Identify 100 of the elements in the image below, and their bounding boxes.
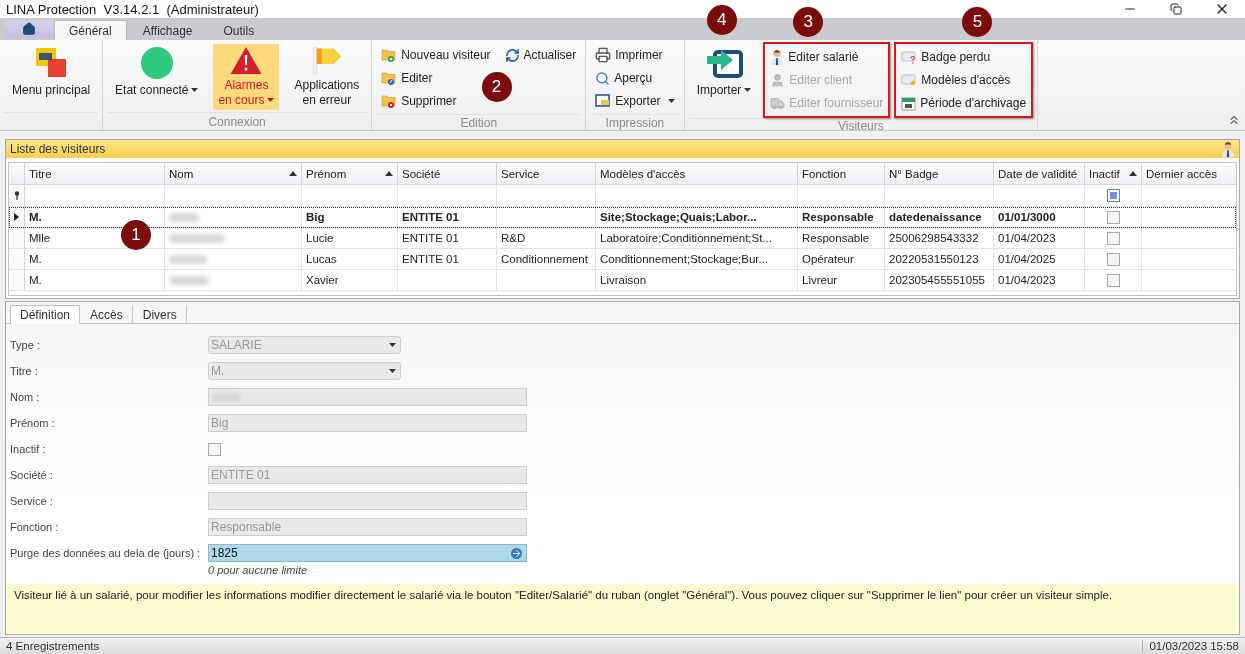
blurred-text <box>169 254 207 264</box>
folder-icon <box>381 94 398 108</box>
table-cell: Livraison <box>596 270 798 291</box>
ribbon-tab[interactable]: Outils <box>208 20 270 40</box>
sort-arrow-icon[interactable] <box>1129 171 1137 176</box>
field-label: Inactif : <box>10 442 47 457</box>
refresh-icon <box>504 47 520 63</box>
card-question-icon <box>901 50 918 64</box>
record-count: 4 Enregistrements <box>5 640 101 652</box>
tab[interactable]: Divers <box>132 305 187 324</box>
ribbon-button[interactable]: Editer <box>379 67 435 89</box>
column-header[interactable]: Fonction <box>798 163 885 185</box>
checkbox[interactable] <box>1106 210 1120 224</box>
checkbox[interactable] <box>1106 231 1120 245</box>
table-cell: Conditionnement;Stockage;Bur... <box>596 249 798 270</box>
field-label: Nom : <box>10 390 41 405</box>
table-cell: 01/04/2025 <box>994 249 1085 270</box>
filter-cell[interactable] <box>25 185 165 207</box>
filter-cell[interactable] <box>798 185 885 207</box>
table-cell: Site;Stockage;Quais;Labor... <box>596 207 798 228</box>
field-label: Prénom : <box>10 416 56 431</box>
status-dot-icon <box>139 46 174 80</box>
table-cell: ENTITE 01 <box>398 249 497 270</box>
number-field[interactable]: 1825 <box>208 544 527 562</box>
collapse-icon[interactable] <box>1227 113 1241 127</box>
caret-icon <box>389 342 396 348</box>
ribbon-button[interactable]: Période d'archivage <box>899 92 1029 114</box>
truck-icon <box>770 95 786 111</box>
table-cell: M. <box>25 270 165 291</box>
filter-cell[interactable] <box>596 185 798 207</box>
ribbon-tab[interactable]: Affichage <box>127 20 208 40</box>
column-header[interactable]: Dernier accès <box>1142 163 1236 185</box>
ribbon-button[interactable]: Alarmes en cours <box>213 44 280 110</box>
table-cell: Xavier <box>302 270 398 291</box>
ribbon-button[interactable]: Supprimer <box>379 90 459 112</box>
pin-icon <box>13 191 20 200</box>
group-caption: Connexion <box>107 112 368 130</box>
column-header[interactable]: Titre <box>25 163 165 185</box>
filter-cell[interactable] <box>165 185 302 207</box>
ribbon-button[interactable]: Actualiser <box>502 44 579 66</box>
table-cell: Conditionnement <box>497 249 596 270</box>
magnifier-icon <box>595 70 611 86</box>
home-icon <box>22 22 36 36</box>
checkbox[interactable] <box>208 442 221 456</box>
table-cell: 202305455551055 <box>885 270 994 291</box>
ribbon-button[interactable]: Editer salarié <box>768 46 861 68</box>
ribbon-button[interactable]: Etat connecté <box>110 44 204 110</box>
table-cell: Opérateur <box>798 249 885 270</box>
table-cell: 20220531550123 <box>885 249 994 270</box>
column-header[interactable]: Service <box>497 163 596 185</box>
table-cell: datedenaissance <box>885 207 994 228</box>
filter-cell[interactable] <box>497 185 596 207</box>
filter-checkbox[interactable] <box>1106 189 1120 202</box>
checkbox[interactable] <box>1106 252 1120 266</box>
column-header[interactable]: Modèles d'accès <box>596 163 798 185</box>
table-cell: Responsable <box>798 207 885 228</box>
ribbon-button[interactable]: Badge perdu <box>899 46 993 68</box>
table-cell: Lucie <box>302 228 398 249</box>
tab[interactable]: Définition <box>10 305 81 324</box>
ribbon-button[interactable]: Imprimer <box>593 44 665 66</box>
filter-cell[interactable] <box>398 185 497 207</box>
ribbon-button[interactable]: Exporter <box>593 90 677 112</box>
group-caption: Visiteurs <box>688 118 1034 133</box>
filter-cell[interactable] <box>302 185 398 207</box>
restore-icon[interactable] <box>1170 3 1182 15</box>
row-indicator[interactable] <box>9 207 25 228</box>
column-header[interactable]: Nom <box>165 163 302 185</box>
ribbon-button[interactable]: Aperçu <box>593 67 655 89</box>
tab[interactable]: Accès <box>80 305 133 324</box>
ribbon-button[interactable]: Nouveau visiteur <box>379 44 493 66</box>
number-marker: 2 <box>481 72 512 102</box>
filter-cell[interactable] <box>1085 185 1142 207</box>
column-header[interactable]: Société <box>398 163 497 185</box>
sort-arrow-icon[interactable] <box>385 171 393 176</box>
column-header[interactable]: Date de validité <box>994 163 1085 185</box>
column-header[interactable]: N° Badge <box>885 163 994 185</box>
table-cell: ENTITE 01 <box>398 228 497 249</box>
ribbon-button[interactable]: Importer <box>691 44 757 110</box>
group-caption: Edition <box>376 114 582 130</box>
field-label: Service : <box>10 494 54 509</box>
input-field[interactable] <box>208 388 527 406</box>
printer-icon <box>595 47 612 63</box>
column-header[interactable]: Prénom <box>302 163 398 185</box>
home-tab[interactable] <box>5 20 53 38</box>
filter-cell[interactable] <box>994 185 1085 207</box>
table-cell: 01/04/2023 <box>994 228 1085 249</box>
ribbon-button[interactable]: Applications en erreur <box>289 44 365 110</box>
ribbon-button[interactable]: Menu principal <box>7 44 96 110</box>
blurred-text <box>169 233 225 243</box>
input-field[interactable] <box>208 492 527 510</box>
checkbox[interactable] <box>1106 273 1120 287</box>
field-label: Type : <box>10 338 41 353</box>
caret-icon <box>389 368 396 374</box>
column-header[interactable]: Inactif <box>1085 163 1142 185</box>
ribbon-button[interactable]: Modèles d'accès <box>899 69 1013 91</box>
logo-icon <box>34 46 68 80</box>
ribbon-tab[interactable]: Général <box>54 20 127 40</box>
folder-icon <box>381 48 398 62</box>
filter-cell[interactable] <box>885 185 994 207</box>
sort-arrow-icon[interactable] <box>289 171 297 176</box>
